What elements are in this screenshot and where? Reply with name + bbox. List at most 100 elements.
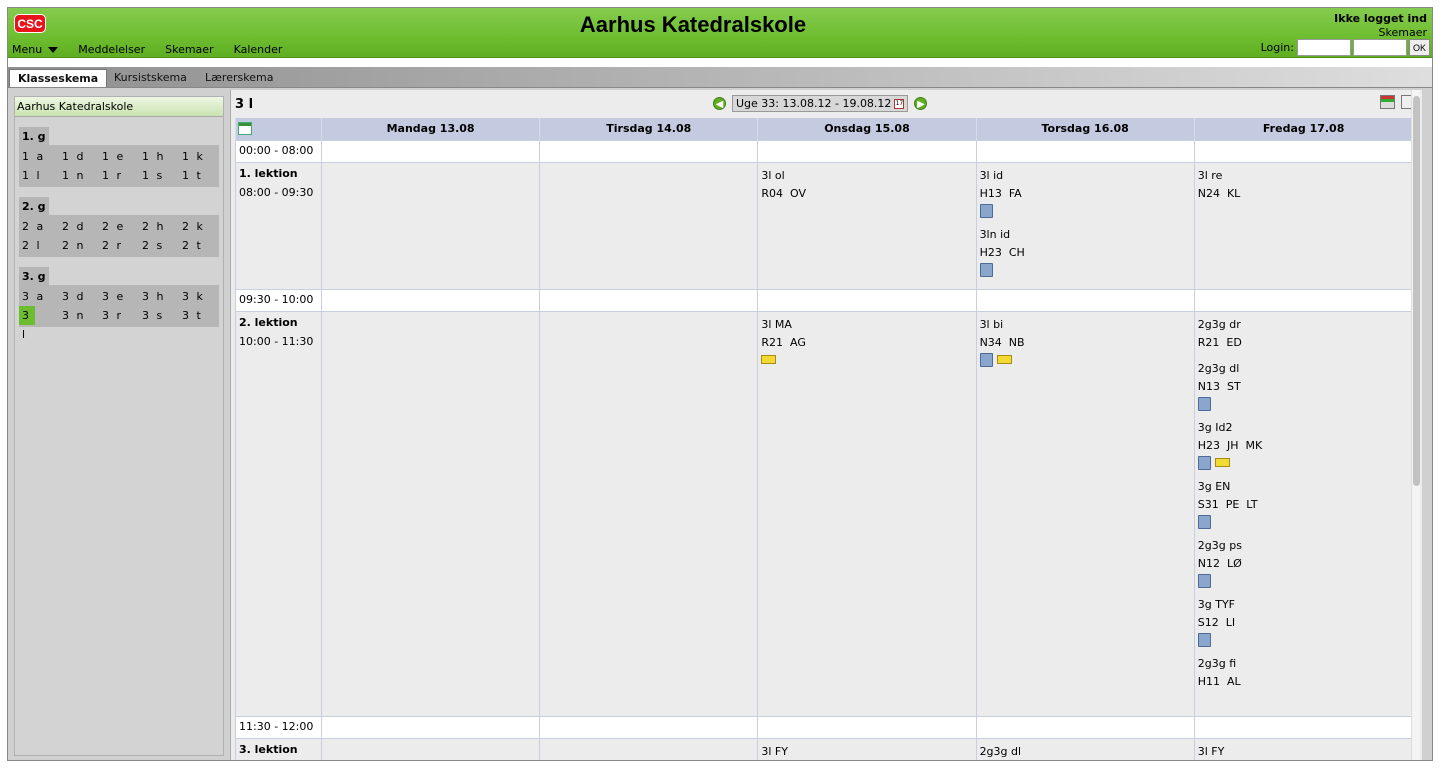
lesson-entry[interactable]: 3l re N24 KL: [1198, 167, 1409, 203]
note-icon[interactable]: [996, 354, 1012, 364]
schedule-cell: [320, 288, 541, 312]
login-ok-button[interactable]: OK: [1408, 39, 1430, 56]
class-link[interactable]: 1 n: [59, 166, 99, 185]
lesson-entry[interactable]: 3l ol R04 OV: [761, 167, 972, 203]
lesson-entry[interactable]: 3l bi N34 NB: [979, 316, 1191, 367]
class-link[interactable]: 1 d: [59, 147, 99, 166]
schedule-cell: [320, 715, 541, 739]
class-link[interactable]: 3 e: [99, 287, 139, 306]
lesson-entry[interactable]: 3ln id H23 CH: [979, 226, 1191, 277]
export-calendar-icon[interactable]: [1380, 95, 1395, 109]
lesson-entry[interactable]: 2g3g dr R21 ED: [1198, 316, 1409, 352]
class-link[interactable]: 2 k: [179, 217, 219, 236]
class-link[interactable]: 3 n: [59, 306, 99, 325]
lesson-entry[interactable]: 3l FY F12 PR: [761, 743, 972, 761]
lesson-entry[interactable]: 3l MA R21 AG: [761, 316, 972, 364]
lesson-row: 2. lektion 10:00 - 11:30 3l MA R21 AG 3l bi N…: [235, 310, 1413, 717]
document-icon[interactable]: [1197, 396, 1211, 411]
lesson-entry[interactable]: 3g Id2 H23 JH MK: [1197, 419, 1409, 470]
lesson-room-teacher: S31 PE LT: [1197, 497, 1258, 511]
class-link[interactable]: 1 s: [139, 166, 179, 185]
tab-klasseskema[interactable]: Klasseskema: [9, 69, 108, 88]
class-link[interactable]: 2 d: [59, 217, 99, 236]
class-link[interactable]: 2 l: [19, 236, 59, 255]
menu-item-meddelelser[interactable]: Meddelelser: [78, 43, 145, 56]
class-link[interactable]: 1 t: [179, 166, 219, 185]
class-link[interactable]: 2 t: [179, 236, 219, 255]
time-label-cell: 11:30 - 12:00: [235, 715, 322, 739]
class-link[interactable]: 3 d: [59, 287, 99, 306]
class-link[interactable]: 3 t: [179, 306, 219, 325]
class-link[interactable]: 3 a: [19, 287, 59, 306]
password-input[interactable]: [1352, 39, 1407, 56]
schedule-cell: [975, 715, 1195, 739]
class-link[interactable]: 3 h: [139, 287, 179, 306]
tab-laererskema[interactable]: Lærerskema: [197, 69, 281, 87]
app-window: CSC Aarhus Katedralskole Ikke logget ind…: [7, 7, 1433, 761]
note-icon[interactable]: [1214, 457, 1230, 467]
document-icon[interactable]: [1197, 573, 1211, 588]
lesson-entry[interactable]: 3g TYF S12 LI: [1197, 596, 1409, 647]
menu-item-kalender[interactable]: Kalender: [234, 43, 283, 56]
schedule-cell: 3l id H13 FA 3ln id H23 CH: [975, 161, 1195, 290]
schedule-cell: 3l ol R04 OV: [757, 161, 977, 290]
time-label-cell: 09:30 - 10:00: [235, 288, 322, 312]
break-row: 09:30 - 10:00: [235, 288, 1413, 312]
lesson-room-teacher: N13 ST: [980, 761, 1191, 762]
lesson-name: 3. lektion: [239, 742, 298, 756]
class-link[interactable]: 3 s: [139, 306, 179, 325]
class-link[interactable]: 1 a: [19, 147, 59, 166]
username-input[interactable]: [1296, 39, 1351, 56]
class-link[interactable]: 1 l: [19, 166, 59, 185]
class-link[interactable]: 2 a: [19, 217, 59, 236]
document-icon[interactable]: [1197, 455, 1211, 470]
scrollbar-thumb[interactable]: [1413, 96, 1420, 486]
class-link[interactable]: 2 r: [99, 236, 139, 255]
lesson-course: 3g EN: [1197, 479, 1231, 493]
class-link[interactable]: 1 k: [179, 147, 219, 166]
chevron-down-icon: [48, 46, 59, 53]
lesson-row: 1. lektion 08:00 - 09:30 3l ol R04 OV 3l id H…: [235, 161, 1413, 290]
calendar-export-icon[interactable]: [238, 122, 252, 136]
schedule-cell: 3l FY F12 PR: [757, 737, 977, 761]
week-selector[interactable]: Uge 33: 13.08.12 - 19.08.12 17: [732, 95, 909, 112]
schedule-cell: 3l MA R21 AG: [757, 310, 977, 717]
note-icon[interactable]: [761, 354, 777, 364]
document-icon[interactable]: [979, 203, 993, 218]
lesson-entry[interactable]: 2g3g ps N12 LØ: [1197, 537, 1409, 588]
lesson-entry[interactable]: 3g EN S31 PE LT: [1197, 478, 1409, 529]
class-link[interactable]: 2 n: [59, 236, 99, 255]
lesson-room-teacher: F12 PR: [1198, 761, 1409, 762]
class-link[interactable]: 1 h: [139, 147, 179, 166]
next-week-arrow-icon[interactable]: ▶: [914, 97, 928, 110]
tab-kursistskema[interactable]: Kursistskema: [106, 69, 195, 87]
class-link[interactable]: 1 r: [99, 166, 139, 185]
class-link[interactable]: 3 r: [99, 306, 139, 325]
lesson-entry[interactable]: 3l FY F12 PR: [1198, 743, 1409, 762]
document-icon[interactable]: [1197, 632, 1211, 647]
login-label: Login:: [1260, 41, 1294, 54]
class-link[interactable]: 3 k: [179, 287, 219, 306]
lesson-course: 3g TYF: [1197, 597, 1235, 611]
lesson-entry[interactable]: 2g3g dl N13 ST: [980, 743, 1191, 762]
lesson-name: 2. lektion: [239, 315, 298, 329]
page-title: Aarhus Katedralskole: [579, 12, 807, 37]
menu-dropdown[interactable]: Menu: [12, 43, 59, 56]
document-icon[interactable]: [979, 352, 993, 367]
prev-week-arrow-icon[interactable]: ◀: [713, 97, 726, 110]
class-link[interactable]: 3 l: [19, 306, 35, 341]
lesson-entry[interactable]: 3l id H13 FA: [979, 167, 1191, 218]
lesson-entry[interactable]: 2g3g fi H11 AL: [1198, 655, 1409, 691]
header: CSC Aarhus Katedralskole Ikke logget ind…: [8, 8, 1432, 58]
document-icon[interactable]: [979, 262, 993, 277]
lesson-course: 3l re: [1197, 168, 1223, 182]
class-link[interactable]: 2 e: [99, 217, 139, 236]
class-link[interactable]: 1 e: [99, 147, 139, 166]
class-link[interactable]: 2 s: [139, 236, 179, 255]
menu-item-skemaer[interactable]: Skemaer: [165, 43, 213, 56]
vertical-scrollbar[interactable]: [1411, 90, 1420, 760]
class-link[interactable]: 2 h: [139, 217, 179, 236]
class-list: 3 a3 d3 e3 h3 k 3 l 3 n3 r3 s3 t: [19, 285, 219, 341]
lesson-entry[interactable]: 2g3g dl N13 ST: [1197, 360, 1409, 411]
document-icon[interactable]: [1197, 514, 1211, 529]
